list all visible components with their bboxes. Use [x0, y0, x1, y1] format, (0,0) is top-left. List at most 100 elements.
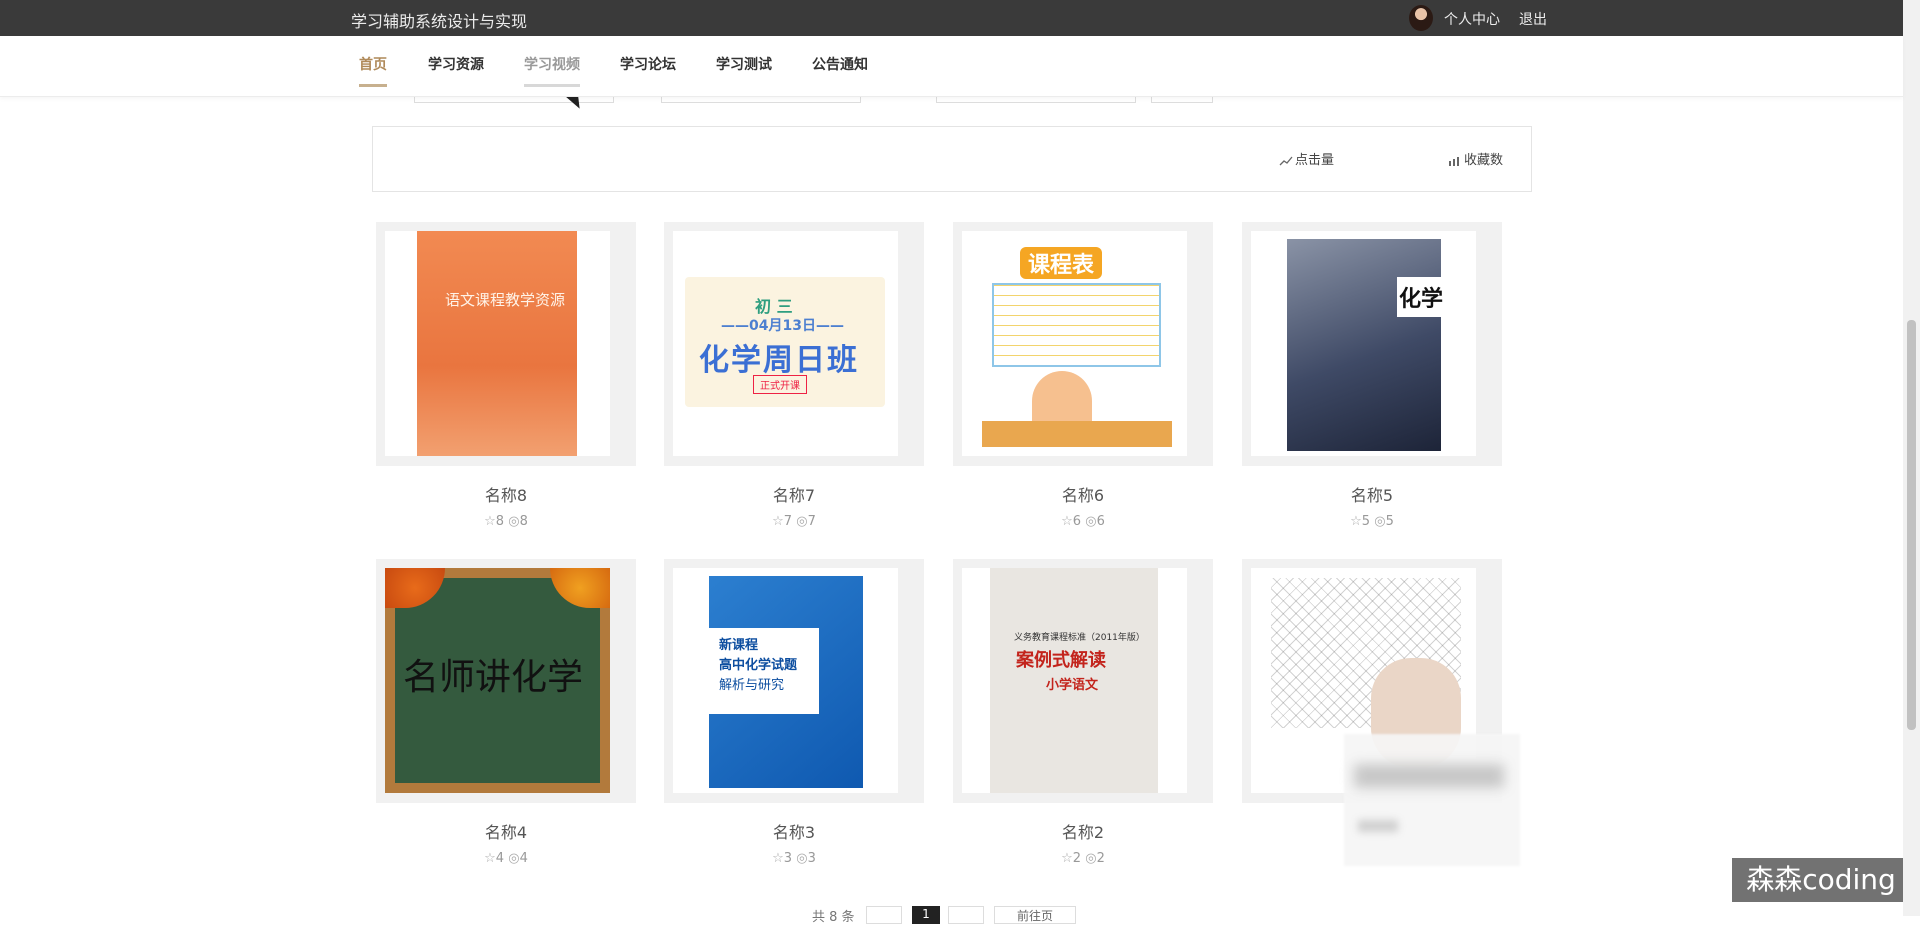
resource-card[interactable]: 新课程 高中化学试题 解析与研究 名称3 ☆3 ◎3 [664, 559, 924, 866]
bar-chart-icon [1449, 156, 1459, 166]
eye-icon: ◎ [508, 514, 520, 529]
eye-icon: ◎ [1085, 514, 1097, 529]
pagination-current-page[interactable]: 1 [912, 906, 940, 924]
resource-card[interactable]: 化学 名称5 ☆5 ◎5 [1242, 222, 1502, 529]
resource-card[interactable]: 语文课程教学资源 名称8 ☆8 ◎8 [376, 222, 636, 529]
pagination-goto[interactable]: 前往页 [994, 906, 1076, 924]
favorite-count: 7 [783, 514, 793, 529]
nav-item-resources[interactable]: 学习资源 [428, 54, 484, 74]
poster-line-2: ——04月13日—— [721, 318, 844, 334]
poster-tag: 正式开课 [753, 375, 807, 394]
sort-by-clicks[interactable]: 点击量 [1279, 149, 1334, 168]
scrollbar-thumb[interactable] [1907, 320, 1916, 730]
star-icon: ☆ [1061, 514, 1073, 529]
nav-item-label: 学习视频 [524, 57, 580, 73]
book-subtitle: 义务教育课程标准（2011年版） [1014, 633, 1145, 643]
card-thumbnail: 化学 [1251, 231, 1476, 456]
sort-clicks-label: 点击量 [1295, 153, 1335, 168]
resource-card[interactable]: 义务教育课程标准（2011年版） 案例式解读 小学语文 名称2 ☆2 ◎2 [953, 559, 1213, 866]
card-name[interactable]: 名称8 [376, 482, 636, 506]
view-count: 2 [1096, 851, 1105, 866]
nav-item-label: 学习论坛 [620, 57, 676, 73]
star-icon: ☆ [484, 851, 496, 866]
book-cover [417, 231, 577, 456]
nav-item-videos[interactable]: 学习视频 [524, 54, 580, 87]
card-thumbnail-frame[interactable]: 新课程 高中化学试题 解析与研究 [664, 559, 924, 803]
card-thumbnail-frame[interactable]: 初 三 ——04月13日—— 化学周日班 正式开课 [664, 222, 924, 466]
nav-item-label: 学习测试 [716, 57, 772, 73]
card-thumbnail-frame[interactable]: 化学 [1242, 222, 1502, 466]
star-icon: ☆ [772, 514, 784, 529]
card-thumbnail-frame[interactable]: 语文课程教学资源 [376, 222, 636, 466]
card-stats: ☆8 ◎8 [376, 514, 636, 529]
logout-link[interactable]: 退出 [1519, 9, 1547, 29]
site-title: 学习辅助系统设计与实现 [351, 12, 528, 31]
eye-icon: ◎ [1085, 851, 1097, 866]
star-icon: ☆ [772, 851, 784, 866]
schedule-grid [992, 283, 1161, 367]
favorite-count: 3 [783, 851, 793, 866]
blurred-text [1354, 764, 1504, 788]
card-thumbnail: 课程表 [962, 231, 1187, 456]
schedule-header: 课程表 [1020, 247, 1103, 279]
favorite-count: 6 [1072, 514, 1082, 529]
filter-input-2[interactable] [661, 96, 861, 103]
book-subject: 小学语文 [1046, 678, 1099, 693]
card-thumbnail-frame[interactable]: 名师讲化学 [376, 559, 636, 803]
card-name[interactable]: 名称5 [1242, 482, 1502, 506]
card-thumbnail: 语文课程教学资源 [385, 231, 610, 456]
view-count: 7 [807, 514, 816, 529]
pagination-prev-button[interactable] [866, 906, 902, 924]
favorite-count: 4 [495, 851, 505, 866]
book-title: 语文课程教学资源 [445, 291, 566, 309]
video-watermark: 森森coding [1732, 858, 1910, 902]
nav-item-forum[interactable]: 学习论坛 [620, 54, 676, 74]
book-title-line-3: 解析与研究 [719, 678, 785, 693]
favorite-count: 8 [495, 514, 505, 529]
user-center-link[interactable]: 个人中心 [1444, 9, 1500, 29]
card-name[interactable]: 名称6 [953, 482, 1213, 506]
card-name[interactable]: 名称7 [664, 482, 924, 506]
eye-icon: ◎ [508, 851, 520, 866]
favorite-count: 2 [1072, 851, 1082, 866]
card-thumbnail: 义务教育课程标准（2011年版） 案例式解读 小学语文 [962, 568, 1187, 793]
card-stats: ☆6 ◎6 [953, 514, 1213, 529]
resource-card[interactable]: 初 三 ——04月13日—— 化学周日班 正式开课 名称7 ☆7 ◎7 [664, 222, 924, 529]
user-avatar[interactable] [1409, 5, 1433, 31]
view-count: 3 [807, 851, 816, 866]
eye-icon: ◎ [796, 514, 808, 529]
card-thumbnail-frame[interactable]: 课程表 [953, 222, 1213, 466]
card-stats: ☆5 ◎5 [1242, 514, 1502, 529]
star-icon: ☆ [1061, 851, 1073, 866]
card-name[interactable]: 名称2 [953, 819, 1213, 843]
nav-item-home[interactable]: 首页 [359, 54, 387, 87]
sort-bar: 点击量 收藏数 [372, 126, 1532, 192]
star-icon: ☆ [1350, 514, 1362, 529]
book-title: 案例式解读 [1016, 650, 1106, 671]
view-count: 6 [1096, 514, 1105, 529]
pagination-next-button[interactable] [948, 906, 984, 924]
card-stats: ☆3 ◎3 [664, 851, 924, 866]
card-stats: ☆4 ◎4 [376, 851, 636, 866]
card-thumbnail: 新课程 高中化学试题 解析与研究 [673, 568, 898, 793]
book-title-line-1: 新课程 [719, 638, 759, 653]
sort-by-favorites[interactable]: 收藏数 [1448, 149, 1503, 168]
filter-input-3[interactable] [936, 96, 1136, 103]
card-name[interactable]: 名称3 [664, 819, 924, 843]
filter-search-button[interactable] [1151, 96, 1213, 103]
resource-card[interactable]: 名师讲化学 名称4 ☆4 ◎4 [376, 559, 636, 866]
book-title-line-2: 高中化学试题 [719, 658, 798, 673]
nav-item-tests[interactable]: 学习测试 [716, 54, 772, 74]
resource-card[interactable]: 课程表 名称6 ☆6 ◎6 [953, 222, 1213, 529]
chalkboard-text: 名师讲化学 [403, 657, 584, 698]
nav-item-label: 公告通知 [812, 57, 868, 73]
blurred-overlay [1344, 734, 1520, 866]
nav-item-label: 首页 [359, 57, 387, 73]
card-name[interactable]: 名称4 [376, 819, 636, 843]
nav-active-underline [359, 84, 387, 87]
page-scrollbar[interactable] [1903, 0, 1920, 916]
trend-icon [1279, 156, 1293, 165]
poster-line-3: 化学周日班 [699, 343, 859, 378]
card-thumbnail-frame[interactable]: 义务教育课程标准（2011年版） 案例式解读 小学语文 [953, 559, 1213, 803]
nav-item-notices[interactable]: 公告通知 [812, 54, 868, 74]
